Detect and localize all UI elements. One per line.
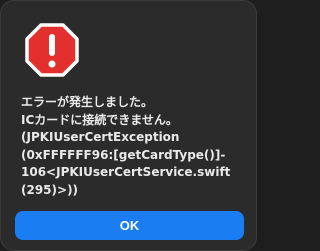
alert-dialog: エラーが発生しました。 ICカードに接続できません。 (JPKIUserCert… (0, 0, 257, 251)
message-line: 106<JPKIUserCertService.swift (21, 165, 231, 179)
message-line: ICカードに接続できません。 (21, 112, 178, 127)
error-stop-icon (25, 23, 79, 77)
message-line: (0xFFFFFF96:[getCardType()]- (21, 147, 226, 162)
error-message: エラーが発生しました。 ICカードに接続できません。 (JPKIUserCert… (21, 94, 243, 199)
message-line: (JPKIUserCertException (21, 130, 180, 144)
ok-button[interactable]: OK (15, 211, 244, 240)
message-line: (295)>)) (21, 182, 79, 197)
message-line: エラーが発生しました。 (21, 95, 154, 109)
